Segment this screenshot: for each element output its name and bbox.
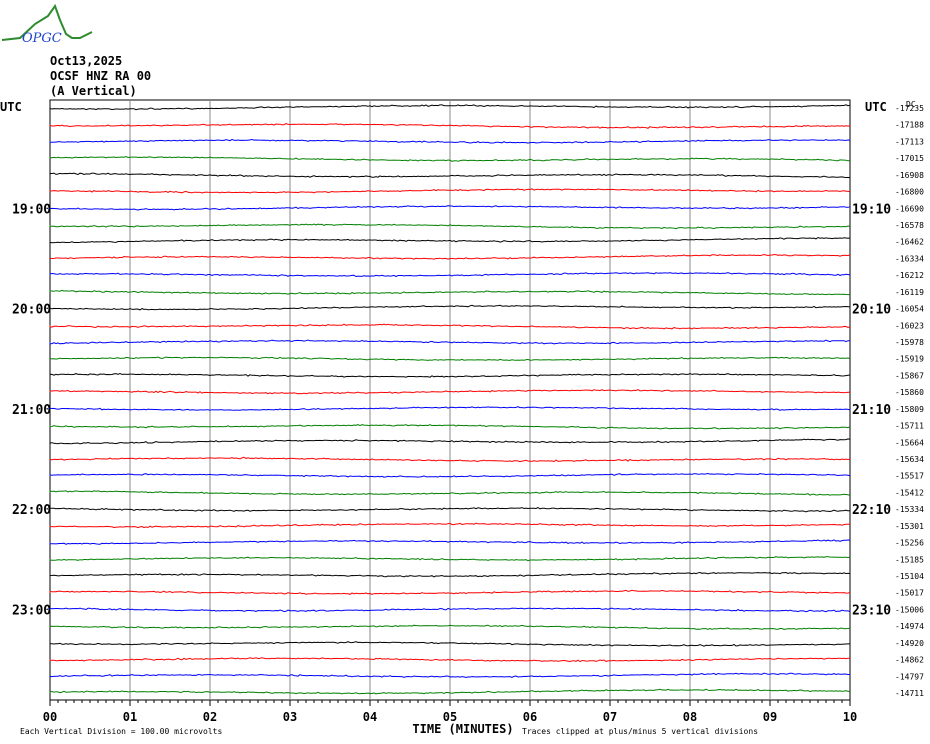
right-hour-label: 21:10 [852,403,891,418]
x-tick-label: 01 [123,710,137,724]
x-tick-label: 04 [363,710,377,724]
dc-offset-label: -15006 [895,605,924,614]
right-hour-label: 23:10 [852,603,891,618]
dc-offset-label: -16334 [895,254,924,263]
dc-offset-label: -15867 [895,371,924,380]
x-tick-label: 03 [283,710,297,724]
left-hour-label: 22:00 [12,503,51,518]
dc-offset-label: -16578 [895,221,924,230]
right-axis-title: UTC [865,100,887,114]
helicorder-plot: 00 01 02 03 04 05 06 07 08 09 10TIME (MINUTES)Each… [0,99,924,736]
left-axis-title: UTC [0,100,22,114]
dc-offset-label: -14974 [895,622,924,631]
dc-offset-label: -15517 [895,472,924,481]
dc-offset-label: -15104 [895,572,924,581]
dc-offset-label: -16800 [895,188,924,197]
dc-offset-label: -15711 [895,422,924,431]
dc-offset-label: -14920 [895,639,924,648]
dc-offset-label: -16690 [895,204,924,213]
x-tick-label: 08 [683,710,697,724]
dc-offset-label: -16908 [895,171,924,180]
x-tick-label: 07 [603,710,617,724]
dc-offset-label: -17015 [895,154,924,163]
x-tick-label: 09 [763,710,777,724]
dc-offset-label: -16023 [895,321,924,330]
dc-offset-label: -16462 [895,238,924,247]
right-hour-label: 19:10 [852,202,891,217]
dc-offset-label: -14862 [895,656,924,665]
x-tick-label: 02 [203,710,217,724]
left-hour-label: 19:00 [12,202,51,217]
dc-offset-label: -17235 [895,104,924,113]
dc-offset-label: -16212 [895,271,924,280]
scale-note: Each Vertical Division = 100.00 microvol… [20,727,222,736]
dc-offset-label: -17188 [895,121,924,130]
left-hour-label: 23:00 [12,603,51,618]
dc-offset-label: -15809 [895,405,924,414]
dc-offset-label: -15664 [895,438,924,447]
left-hour-label: 20:00 [12,303,51,318]
dc-offset-label: -15919 [895,355,924,364]
dc-offset-label: -16054 [895,305,924,314]
x-axis-title: TIME (MINUTES) [412,722,513,736]
dc-offset-label: -14711 [895,689,924,698]
x-tick-label: 06 [523,710,537,724]
x-tick-label: 00 [43,710,57,724]
dc-offset-label: -15978 [895,338,924,347]
x-tick-label: 10 [843,710,857,724]
dc-offset-label: -15634 [895,455,924,464]
dc-offset-label: -15185 [895,555,924,564]
dc-offset-label: -15860 [895,388,924,397]
dc-offset-label: -16119 [895,288,924,297]
right-hour-label: 22:10 [852,503,891,518]
dc-offset-label: -14797 [895,672,924,681]
dc-offset-label: -15334 [895,505,924,514]
clip-note: Traces clipped at plus/minus 5 vertical … [522,727,758,736]
dc-offset-label: -15301 [895,522,924,531]
dc-offset-label: -15412 [895,488,924,497]
dc-offset-label: -17113 [895,137,924,146]
left-hour-label: 21:00 [12,403,51,418]
dc-offset-label: -15256 [895,539,924,548]
dc-offset-label: -15017 [895,589,924,598]
right-hour-label: 20:10 [852,303,891,318]
